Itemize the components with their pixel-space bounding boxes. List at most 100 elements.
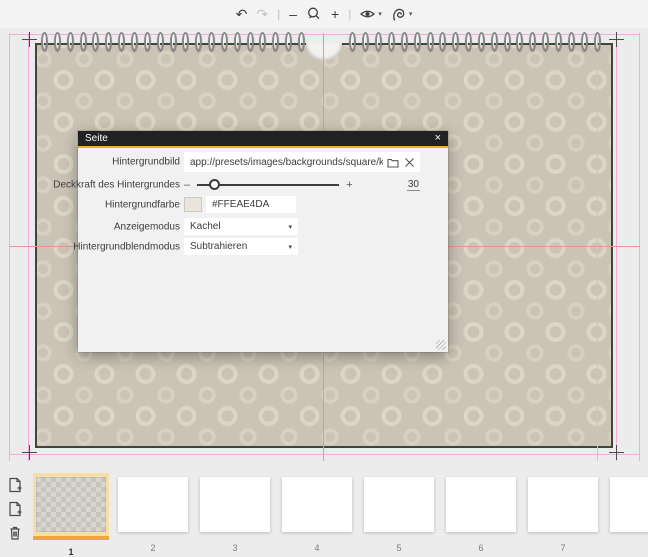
page-thumbnail[interactable]: 5 xyxy=(361,473,437,557)
insert-page-before-button[interactable] xyxy=(7,477,23,493)
chevron-down-icon: ▾ xyxy=(288,223,292,231)
chevron-down-icon: ▾ xyxy=(288,243,292,251)
spiral-ring xyxy=(581,32,588,51)
spiral-ring xyxy=(298,32,305,51)
page-thumbnail-box[interactable] xyxy=(33,473,109,540)
page-thumbnail-box[interactable] xyxy=(443,473,519,536)
eye-icon xyxy=(360,8,375,20)
spiral-ring xyxy=(594,32,601,51)
display-mode-value: Kachel xyxy=(190,221,288,232)
page-number: 4 xyxy=(279,543,355,553)
spiral-ring xyxy=(157,32,164,51)
page-thumbnail[interactable]: 7 xyxy=(525,473,601,557)
page-thumbnail-preview[interactable] xyxy=(364,477,434,532)
close-icon[interactable]: × xyxy=(435,133,441,144)
background-image-input[interactable] xyxy=(184,157,387,168)
background-color-swatch[interactable] xyxy=(184,197,202,212)
chevron-down-icon: ▾ xyxy=(409,11,413,18)
spiral-ring xyxy=(234,32,241,51)
spiral-ring xyxy=(465,32,472,51)
guide-vertical-right xyxy=(616,33,617,461)
zoom-in-icon: + xyxy=(331,7,339,21)
transform-menu-button[interactable]: ▾ xyxy=(391,7,413,22)
visibility-menu-button[interactable]: ▾ xyxy=(360,8,382,20)
page-number: 7 xyxy=(525,543,601,553)
guide-vertical-outer-left xyxy=(9,33,10,461)
background-color-row: Hintergrundfarbe xyxy=(78,196,448,213)
guide-vertical-outer-right xyxy=(639,33,640,461)
page-thumbnail-preview[interactable] xyxy=(282,477,352,532)
page-thumbnail-box[interactable] xyxy=(361,473,437,536)
opacity-value[interactable]: 30 xyxy=(407,179,420,191)
display-mode-select[interactable]: Kachel ▾ xyxy=(184,218,298,235)
spiral-ring xyxy=(67,32,74,51)
top-toolbar: ↶ ↷ | – + | ▾ ▾ xyxy=(0,0,648,28)
redo-icon: ↷ xyxy=(256,7,268,21)
dialog-resize-handle[interactable] xyxy=(436,340,446,350)
page-thumbnail-preview[interactable] xyxy=(446,477,516,532)
spiral-ring xyxy=(247,32,254,51)
dialog-titlebar[interactable]: Seite × xyxy=(78,131,448,148)
blend-mode-select[interactable]: Subtrahieren ▾ xyxy=(184,238,298,255)
page-thumbnail-box[interactable] xyxy=(279,473,355,536)
chevron-down-icon: ▾ xyxy=(378,11,382,18)
background-color-input[interactable] xyxy=(206,196,296,213)
page-thumbnail-preview[interactable] xyxy=(118,477,188,532)
undo-icon: ↶ xyxy=(236,7,248,21)
toolbar-separator: | xyxy=(348,7,351,21)
page-thumbnail-preview[interactable] xyxy=(610,477,648,532)
undo-button[interactable]: ↶ xyxy=(236,7,248,21)
page-thumbnail-box[interactable] xyxy=(525,473,601,536)
clear-image-icon[interactable] xyxy=(404,157,415,168)
page-thumbnail[interactable]: 4 xyxy=(279,473,355,557)
zoom-tool-button[interactable] xyxy=(306,6,322,22)
zoom-out-icon: – xyxy=(289,7,297,21)
guide-vertical-left xyxy=(28,33,29,461)
zoom-in-button[interactable]: + xyxy=(331,7,339,21)
page-number: 5 xyxy=(361,543,437,553)
page-actions xyxy=(7,477,23,541)
spiral-ring xyxy=(555,32,562,51)
page-thumbnail-box[interactable] xyxy=(115,473,191,536)
guide-horizontal-bottom xyxy=(9,454,640,455)
opacity-row: Deckkraft des Hintergrundes – + 30 xyxy=(78,176,448,194)
page-thumbnail[interactable]: 1 xyxy=(33,473,109,557)
delete-page-button[interactable] xyxy=(7,525,23,541)
background-image-row: Hintergrundbild xyxy=(78,152,448,172)
page-number: 6 xyxy=(443,543,519,553)
display-mode-row: Anzeigemodus Kachel ▾ xyxy=(78,218,448,235)
guide-vertical-right-inner xyxy=(597,33,598,461)
page-thumbnail[interactable] xyxy=(607,473,648,557)
page-thumbnail[interactable]: 2 xyxy=(115,473,191,557)
spiral-ring xyxy=(131,32,138,51)
insert-page-after-button[interactable] xyxy=(7,501,23,517)
opacity-slider[interactable] xyxy=(197,184,339,186)
opacity-increase-button[interactable]: + xyxy=(346,179,352,191)
page-thumbnail-preview[interactable] xyxy=(36,477,106,532)
folder-browse-icon[interactable] xyxy=(387,157,399,168)
opacity-slider-handle[interactable] xyxy=(209,179,220,190)
spiral-ring xyxy=(568,32,575,51)
page-thumbnail-box[interactable] xyxy=(197,473,273,536)
spiral-ring xyxy=(54,32,61,51)
spiral-ring xyxy=(208,32,215,51)
crop-mark-top-left xyxy=(22,32,37,47)
background-image-label: Hintergrundbild xyxy=(112,157,180,168)
background-color-label: Hintergrundfarbe xyxy=(105,199,180,210)
zoom-out-button[interactable]: – xyxy=(289,7,297,21)
spiral-ring xyxy=(41,32,48,51)
spiral-ring xyxy=(144,32,151,51)
swirl-icon xyxy=(391,7,406,22)
crop-mark-top-right xyxy=(609,32,624,47)
redo-button[interactable]: ↷ xyxy=(256,7,268,21)
opacity-decrease-button[interactable]: – xyxy=(184,179,190,191)
page-number: 3 xyxy=(197,543,273,553)
page-thumbnail[interactable]: 3 xyxy=(197,473,273,557)
opacity-label: Deckkraft des Hintergrundes xyxy=(53,180,180,191)
page-thumbnail-preview[interactable] xyxy=(200,477,270,532)
pages-bar: 1234567 xyxy=(0,470,648,554)
page-thumbnail[interactable]: 6 xyxy=(443,473,519,557)
page-thumbnail-preview[interactable] xyxy=(528,477,598,532)
page-thumbnail-box[interactable] xyxy=(607,473,648,536)
spiral-ring xyxy=(80,32,87,51)
